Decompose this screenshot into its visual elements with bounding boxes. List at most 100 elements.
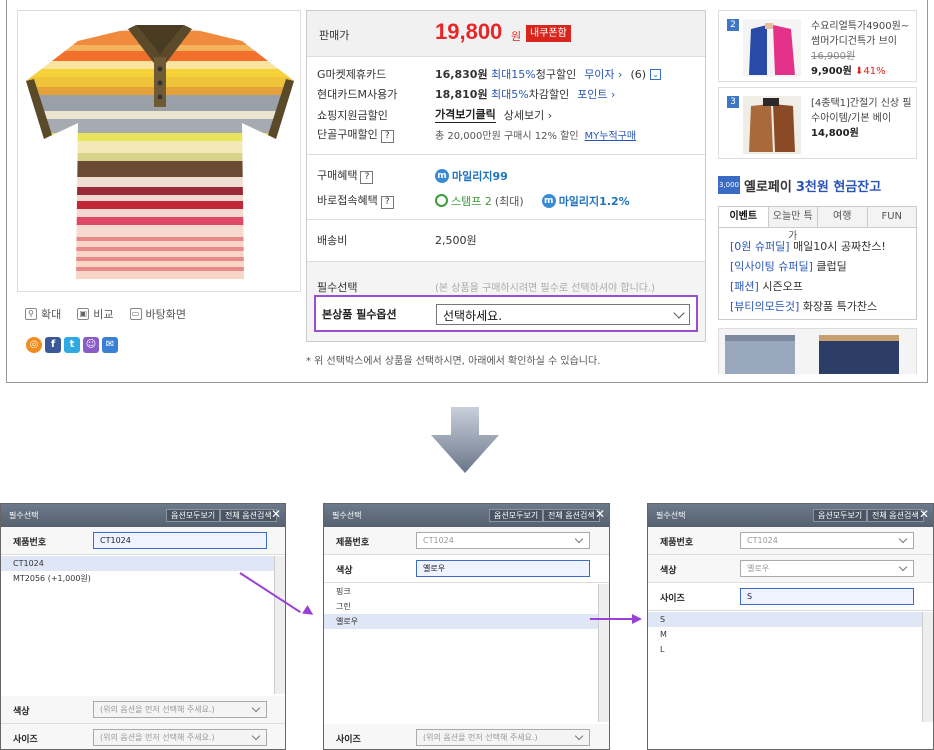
close-icon[interactable]: ✕ bbox=[919, 508, 929, 520]
view-all-options-button[interactable]: 옵션모두보기 bbox=[166, 509, 221, 522]
scrollbar[interactable] bbox=[274, 556, 285, 694]
my-purchase-link[interactable]: MY누적구매 bbox=[585, 127, 637, 142]
product-number-list: CT1024 MT2056 (+1,000원) bbox=[1, 556, 285, 694]
color-list: 핑크 그린 옐로우 bbox=[324, 584, 609, 722]
row-value: 총 20,000만원 구매시 12% 할인 bbox=[435, 131, 579, 142]
size-select[interactable]: (위의 옵션을 먼저 선택해 주세요.) bbox=[93, 729, 267, 746]
tab-today-deal[interactable]: 오늘만 특가 bbox=[767, 207, 818, 242]
panel-title: 필수선택 bbox=[656, 511, 686, 520]
tab-fun[interactable]: FUN bbox=[866, 207, 917, 227]
price-bar: 판매가 19,800 원 내쿠폰함 bbox=[307, 11, 705, 57]
color-input[interactable]: 옐로우 bbox=[416, 560, 590, 577]
monitor-icon: ▭ bbox=[129, 308, 142, 320]
row-label: 색상 bbox=[13, 707, 30, 717]
row-label: 색상 bbox=[660, 566, 677, 576]
rank-text: 수요리얼특가4900원~ 썸머가디건특가 브이 16,900원 9,900원 ⬇… bbox=[811, 19, 915, 79]
scrollbar[interactable] bbox=[598, 584, 609, 722]
product-number-select[interactable]: CT1024 bbox=[416, 532, 590, 549]
event-item[interactable]: [뷰티의모든것] 화장품 특가찬스 bbox=[730, 297, 886, 317]
yellowpay-banner[interactable]: 3,000 옐로페이 3천원 현금잔고 bbox=[718, 174, 917, 196]
list-item[interactable]: M bbox=[648, 627, 933, 642]
yozm-icon[interactable]: ✉ bbox=[102, 337, 118, 353]
rank-title: 수요리얼특가4900원~ 썸머가디건특가 브이 bbox=[811, 21, 910, 47]
me2day-icon[interactable]: ☺ bbox=[83, 337, 99, 353]
tab-travel[interactable]: 여행 bbox=[817, 207, 867, 227]
list-item[interactable]: 핑크 bbox=[324, 584, 609, 599]
product-number-row: 제품번호 CT1024 bbox=[1, 527, 285, 555]
help-icon[interactable]: ? bbox=[380, 196, 394, 209]
row-label: 제품번호 bbox=[660, 538, 694, 548]
chevron-down-icon[interactable]: ⌄ bbox=[650, 68, 662, 80]
compare-tool[interactable]: ▣ 비교 bbox=[77, 306, 114, 322]
desktop-tool[interactable]: ▭ 바탕화면 bbox=[129, 306, 186, 322]
list-item[interactable]: 옐로우 bbox=[324, 614, 609, 629]
mileage-badge: m 마일리지99 bbox=[435, 168, 508, 184]
help-icon[interactable]: ? bbox=[360, 171, 374, 184]
row-label: 배송비 bbox=[317, 234, 348, 247]
close-icon[interactable]: ✕ bbox=[271, 508, 281, 520]
option-panel-product: 필수선택 옵션모두보기 전체 옵션검색 ✕ 제품번호 CT1024 CT1024… bbox=[0, 503, 286, 750]
list-item[interactable]: 그린 bbox=[324, 599, 609, 614]
color-select[interactable]: 옐로우 bbox=[740, 560, 914, 577]
list-item[interactable]: S bbox=[648, 612, 933, 627]
promo-banner[interactable] bbox=[718, 328, 917, 374]
event-tag: [익사이팅 슈퍼딜] bbox=[730, 260, 813, 273]
shipping-value: 2,500원 bbox=[435, 234, 477, 247]
coupon-badge[interactable]: 내쿠폰함 bbox=[526, 25, 571, 42]
stamp-text: 스탬프 2 bbox=[451, 194, 492, 208]
panel-title: 필수선택 bbox=[9, 511, 39, 520]
product-number-select[interactable]: CT1024 bbox=[740, 532, 914, 549]
facebook-icon[interactable]: f bbox=[45, 337, 61, 353]
chevron-down-icon bbox=[574, 731, 584, 741]
link-text: 포인트 bbox=[577, 88, 608, 101]
zoom-tool[interactable]: ⚲ 확대 bbox=[25, 306, 61, 322]
list-item[interactable]: CT1024 bbox=[1, 556, 285, 571]
event-tag: [뷰티의모든것] bbox=[730, 300, 800, 313]
interest-free-link[interactable]: 무이자 › bbox=[584, 66, 622, 82]
product-image[interactable] bbox=[17, 10, 301, 292]
row-value: 16,830원 bbox=[435, 68, 488, 81]
scrollbar[interactable] bbox=[922, 612, 933, 722]
search-options-button[interactable]: 전체 옵션검색 bbox=[220, 509, 277, 522]
color-row: 색상 옐로우 bbox=[648, 555, 933, 583]
close-icon[interactable]: ✕ bbox=[595, 508, 605, 520]
rank-number: 2 bbox=[727, 19, 739, 31]
mileage-icon: m bbox=[435, 168, 449, 183]
rank-price: 14,800원 bbox=[811, 128, 859, 139]
stamp-badge: 스탬프 2 bbox=[435, 193, 492, 209]
size-select[interactable]: (위의 옵션을 먼저 선택해 주세요.) bbox=[416, 729, 590, 746]
detail-view-link[interactable]: 상세보기 › bbox=[504, 107, 552, 123]
event-item[interactable]: [0원 슈퍼딜] 매일10시 공짜찬스! bbox=[730, 237, 886, 257]
search-options-button[interactable]: 전체 옵션검색 bbox=[867, 509, 924, 522]
list-item[interactable]: L bbox=[648, 642, 933, 657]
point-link[interactable]: 포인트 › bbox=[577, 86, 615, 102]
view-all-options-button[interactable]: 옵션모두보기 bbox=[489, 509, 544, 522]
size-input[interactable]: S bbox=[740, 588, 914, 605]
search-options-button[interactable]: 전체 옵션검색 bbox=[543, 509, 600, 522]
event-text: 매일10시 공짜찬스! bbox=[793, 240, 886, 253]
rank-text: [4종택1]간절기 신상 필수아이템/기본 베이 14,800원 bbox=[811, 96, 915, 141]
rank-item[interactable]: 2 수요리얼특가4900원~ 썸머가디건특가 브이 16,900원 9,900원… bbox=[718, 10, 917, 82]
option-select[interactable]: 선택하세요. bbox=[436, 304, 690, 325]
share-g-icon[interactable]: ◎ bbox=[26, 337, 42, 353]
price-view-link[interactable]: 가격보기클릭 bbox=[435, 106, 496, 123]
size-row: 사이즈 S bbox=[648, 583, 933, 611]
divider bbox=[307, 219, 705, 220]
row-label: 쇼핑지원금할인 bbox=[317, 108, 388, 122]
help-icon[interactable]: ? bbox=[380, 130, 394, 143]
tab-event[interactable]: 이벤트 bbox=[719, 207, 768, 227]
rank-item[interactable]: 3 [4종택1]간절기 신상 필수아이템/기본 베이 14,800원 bbox=[718, 87, 917, 159]
option-select-value: 선택하세요. bbox=[443, 309, 503, 323]
mileage-text: 마일리지99 bbox=[452, 169, 508, 183]
twitter-icon[interactable]: t bbox=[64, 337, 80, 353]
event-list: [0원 슈퍼딜] 매일10시 공짜찬스! [익사이팅 슈퍼딜] 클럽딜 [패션]… bbox=[730, 237, 886, 317]
select-value: CT1024 bbox=[747, 536, 778, 545]
color-select[interactable]: (위의 옵션을 먼저 선택해 주세요.) bbox=[93, 701, 267, 718]
event-item[interactable]: [패션] 시즌오프 bbox=[730, 277, 886, 297]
link-text: 무이자 bbox=[584, 68, 615, 81]
product-number-input[interactable]: CT1024 bbox=[93, 532, 267, 549]
event-item[interactable]: [익사이팅 슈퍼딜] 클럽딜 bbox=[730, 257, 886, 277]
mileage-icon: m bbox=[541, 193, 556, 208]
event-text: 화장품 특가찬스 bbox=[802, 300, 878, 313]
view-all-options-button[interactable]: 옵션모두보기 bbox=[813, 509, 868, 522]
